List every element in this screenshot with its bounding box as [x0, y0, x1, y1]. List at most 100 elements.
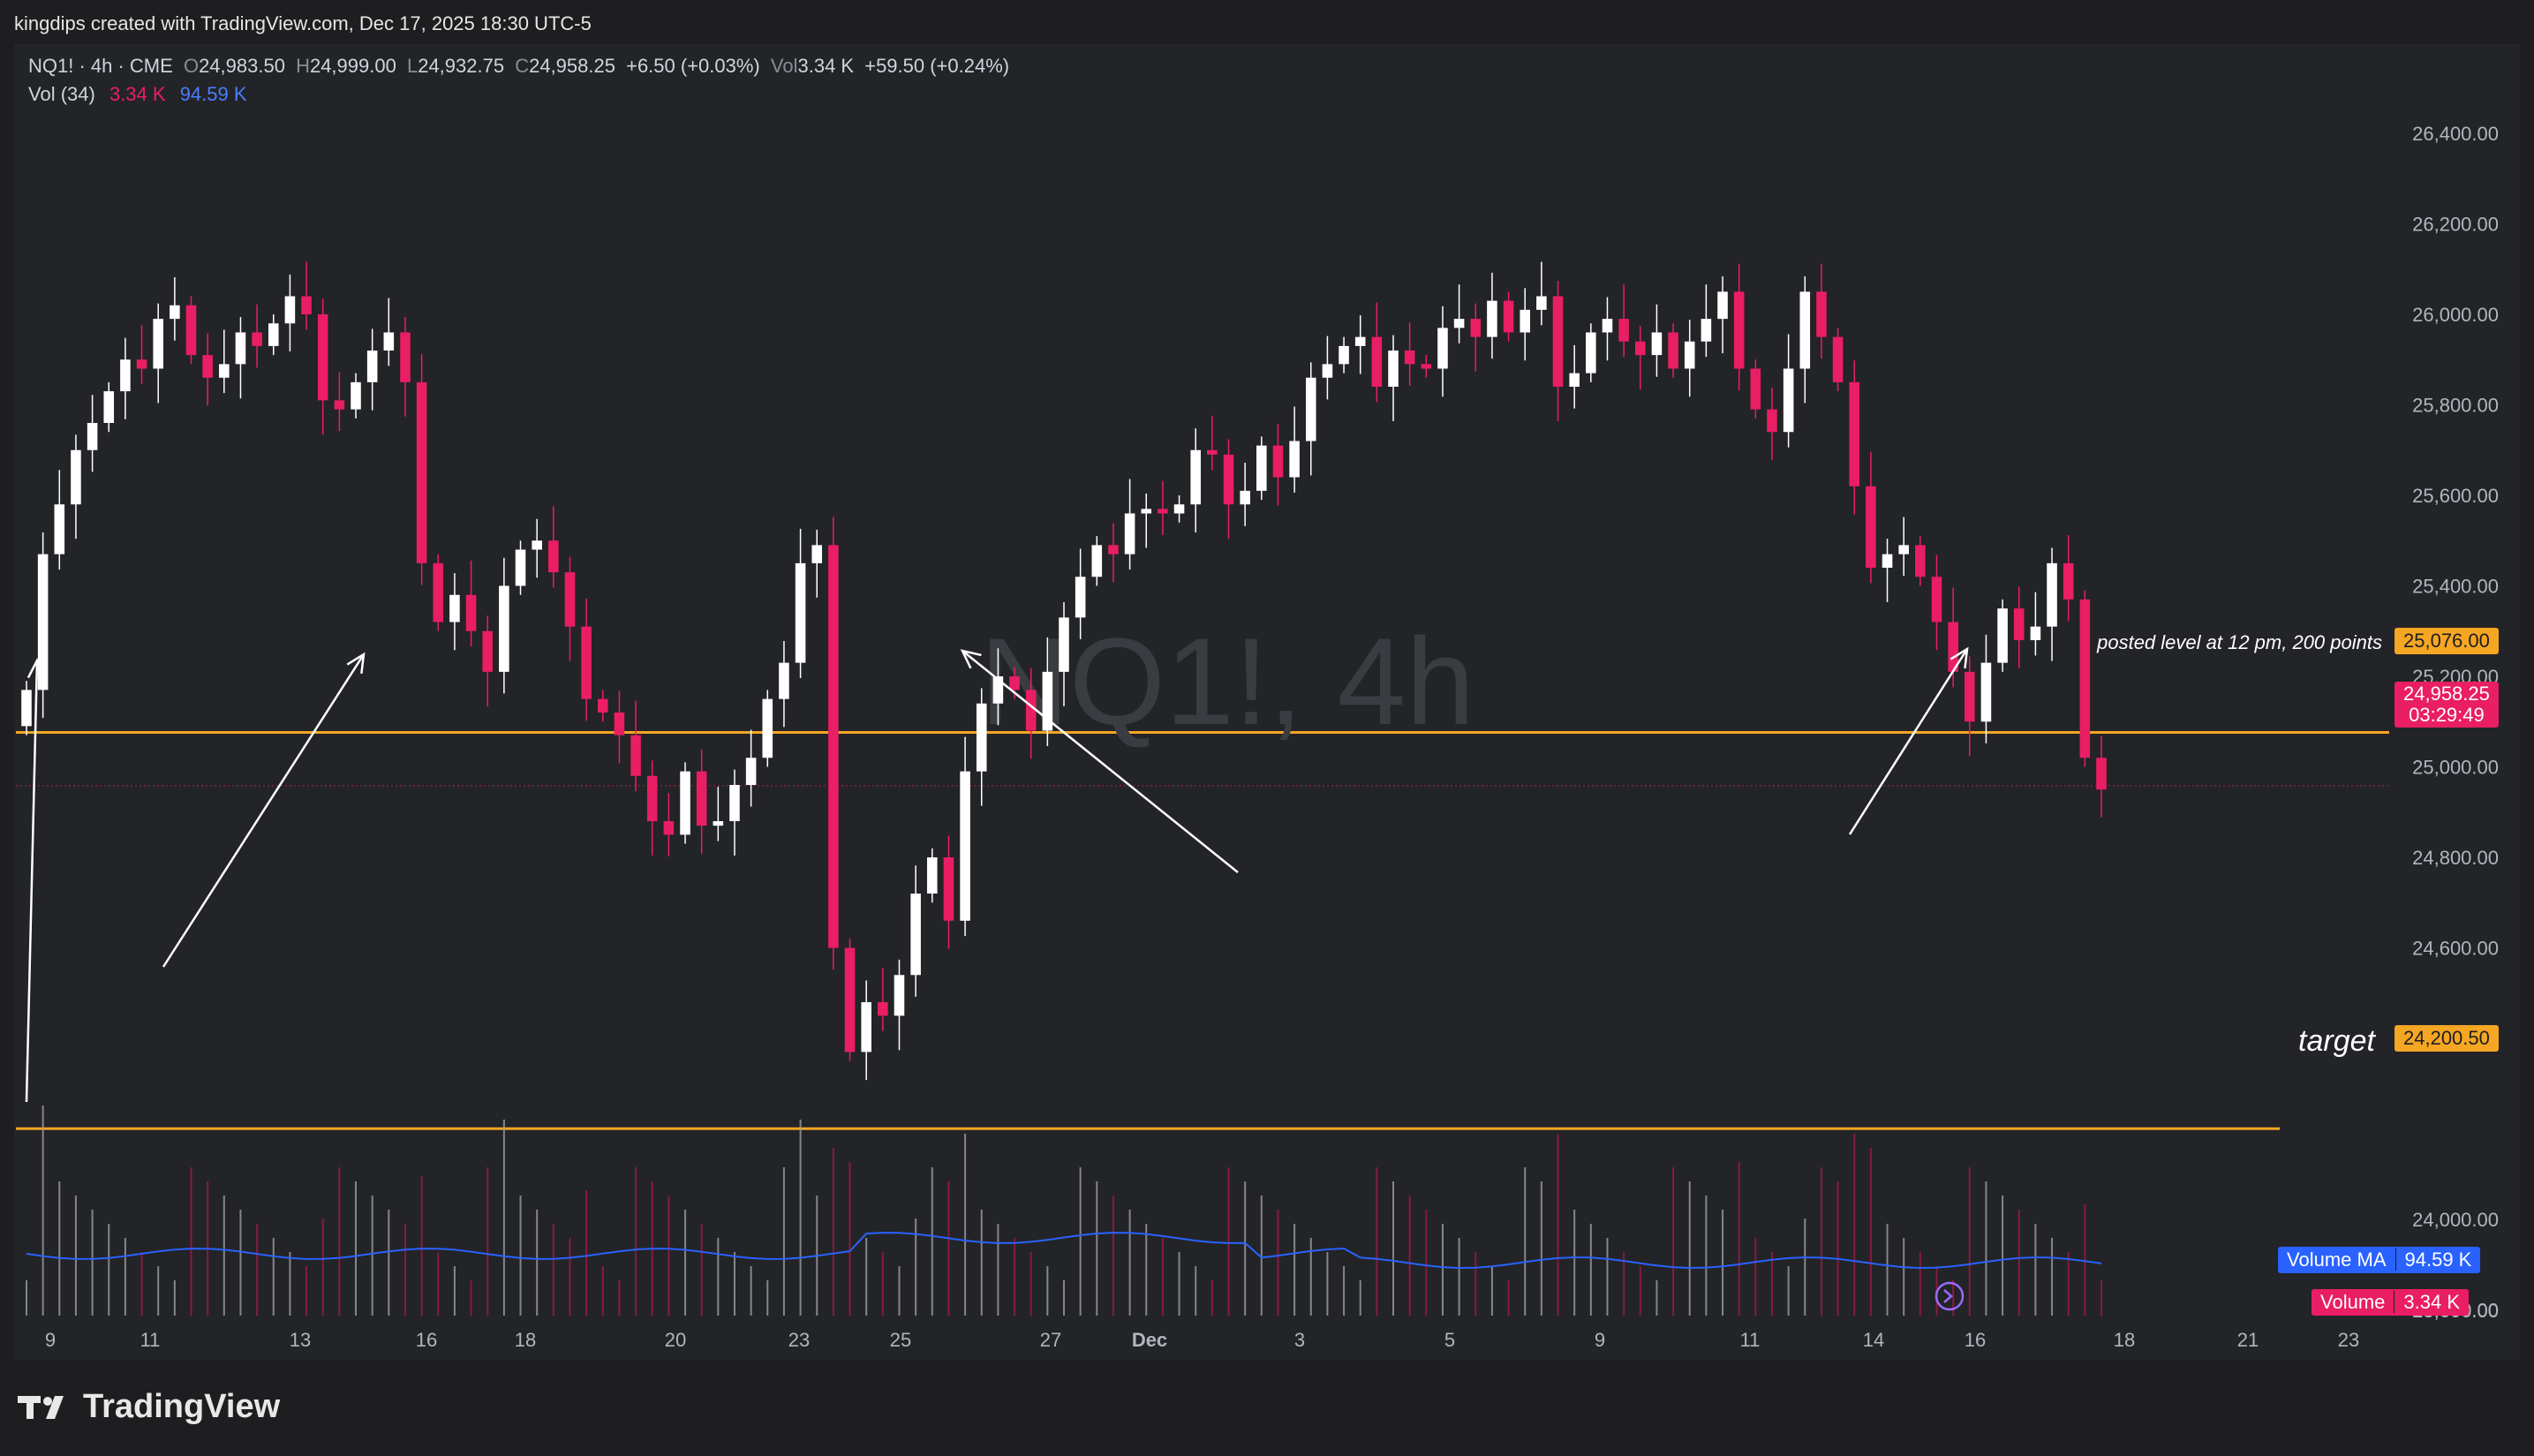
candle-body — [482, 630, 494, 672]
x-axis-tick-label: 3 — [1294, 1329, 1305, 1351]
candle-body — [581, 626, 592, 699]
candle-body — [1602, 319, 1613, 333]
candle-body — [696, 771, 707, 826]
candle-body — [37, 554, 49, 690]
price-chart[interactable]: NQ1!, 4h23,800.0024,000.0024,400.0024,60… — [0, 0, 2534, 1360]
candle-body — [284, 296, 296, 324]
volume-legend: Vol (34) 3.34 K 94.59 K — [28, 83, 247, 106]
legend-low: L24,932.75 — [406, 55, 505, 77]
y-axis-tick-label: 26,200.00 — [2412, 214, 2499, 236]
x-axis-tick-label: 5 — [1444, 1329, 1455, 1351]
candle-body — [71, 449, 81, 505]
annotation-arrow — [1848, 648, 1969, 835]
legend-open: O24,983.50 — [183, 55, 285, 77]
candle-body — [499, 585, 509, 672]
candle-body — [729, 785, 740, 821]
candle-body — [1487, 300, 1497, 337]
volume-ma-tag-label: Volume MA — [2287, 1249, 2387, 1271]
x-axis-tick-label: 11 — [140, 1329, 161, 1351]
tradingview-brand: TradingView — [83, 1388, 281, 1425]
candle-body — [185, 305, 197, 356]
candle-body — [1503, 300, 1514, 333]
candle-body — [1832, 336, 1844, 382]
candle-body — [861, 1002, 871, 1052]
candle-body — [136, 359, 147, 369]
candle-body — [1240, 490, 1250, 505]
tradingview-logo[interactable]: TradingView — [18, 1388, 280, 1426]
x-axis-tick-label: 16 — [416, 1329, 437, 1351]
candle-body — [1453, 319, 1465, 328]
x-axis-tick-label: 18 — [515, 1329, 536, 1351]
volume-tag-label: Volume — [2320, 1291, 2386, 1313]
y-axis-tick-label: 24,800.00 — [2412, 847, 2499, 869]
target-price-tag: 24,200.50 — [2394, 1025, 2499, 1052]
x-axis-tick-label: 18 — [2114, 1329, 2135, 1351]
candle-body — [1552, 296, 1564, 387]
candle-body — [597, 698, 608, 713]
y-axis-tick-label: 25,600.00 — [2412, 485, 2499, 507]
volume-ma-tag: Volume MA 94.59 K — [2278, 1247, 2481, 1273]
candle-body — [1354, 336, 1366, 346]
candle-body — [219, 364, 230, 378]
candle-body — [1256, 445, 1267, 491]
x-axis-tick-label: 14 — [1863, 1329, 1884, 1351]
candle-body — [943, 857, 954, 921]
y-axis-tick-label: 25,400.00 — [2412, 576, 2499, 598]
candle-body — [416, 381, 427, 563]
candle-body — [54, 504, 65, 554]
candle-body — [1898, 545, 1909, 554]
x-axis-tick-label: 23 — [788, 1329, 810, 1351]
candle-body — [894, 975, 905, 1016]
candle-body — [844, 947, 856, 1052]
candle-body — [433, 562, 444, 622]
candle-body — [1980, 662, 1992, 722]
candle-body — [268, 323, 279, 346]
target-annotation: target — [2298, 1024, 2376, 1058]
replay-marker-icon-chevron — [1943, 1289, 1953, 1303]
candle-body — [927, 857, 938, 894]
annotation-arrow — [25, 660, 39, 1103]
candle-body — [1339, 345, 1349, 365]
last-price-value: 24,958.25 — [2403, 683, 2490, 705]
candle-body — [548, 540, 559, 573]
candle-body — [2079, 599, 2091, 758]
candle-body — [828, 545, 839, 948]
annotation-arrow — [162, 653, 366, 968]
bar-countdown: 03:29:49 — [2409, 704, 2485, 726]
candle-body — [1684, 341, 1695, 369]
last-price-tag: 24,958.25 03:29:49 — [2394, 682, 2499, 728]
y-axis-tick-label: 26,400.00 — [2412, 123, 2499, 145]
candle-body — [2096, 758, 2107, 790]
candle-body — [400, 332, 411, 382]
candle-body — [87, 423, 98, 450]
legend-change: +6.50 (+0.03%) — [626, 55, 760, 77]
candle-body — [317, 314, 328, 401]
x-axis-tick-label: 9 — [1595, 1329, 1605, 1351]
candle-body — [1091, 545, 1103, 577]
candle-body — [1816, 291, 1827, 337]
candle-body — [235, 332, 246, 365]
candle-body — [1586, 332, 1596, 373]
candle-body — [713, 821, 724, 826]
candle-body — [564, 572, 576, 627]
candle-body — [1569, 373, 1580, 387]
candle-body — [1767, 409, 1777, 433]
x-axis-tick-label: 13 — [290, 1329, 311, 1351]
candle-body — [1305, 377, 1316, 441]
candle-body — [1404, 351, 1415, 365]
candle-body — [1190, 449, 1201, 505]
candle-body — [1783, 368, 1794, 433]
candle-body — [449, 594, 460, 622]
candle-body — [383, 332, 395, 351]
x-axis-tick-label: Dec — [1132, 1329, 1167, 1351]
volume-ma-line — [26, 1232, 2102, 1270]
candle-body — [252, 332, 262, 346]
candle-body — [614, 713, 625, 736]
x-axis-tick-label: 25 — [890, 1329, 911, 1351]
candle-body — [1668, 332, 1678, 369]
candle-body — [1634, 341, 1646, 356]
legend-close: C24,958.25 — [515, 55, 615, 77]
candle-body — [1207, 449, 1218, 455]
candle-body — [1141, 509, 1152, 514]
y-axis-tick-label: 25,800.00 — [2412, 395, 2499, 417]
